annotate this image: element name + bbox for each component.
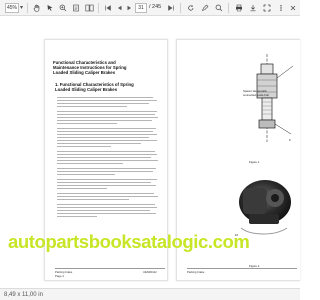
- pdf-viewer: 45% ▾ 31 / 245 Functional Characteristic…: [0, 0, 300, 300]
- watermark-text: autopartsbooksatalogic.com: [8, 231, 250, 252]
- download-icon[interactable]: [248, 3, 258, 13]
- toolbar: 45% ▾ 31 / 245: [0, 0, 300, 16]
- toolbar-divider: [180, 3, 181, 13]
- next-page-icon[interactable]: [124, 3, 134, 13]
- fullscreen-icon[interactable]: [262, 3, 272, 13]
- page-total: / 245: [149, 4, 162, 10]
- page-number-field[interactable]: 31: [135, 3, 147, 13]
- rotate-icon[interactable]: [186, 3, 196, 13]
- callout-number: 9: [289, 138, 291, 142]
- print-icon[interactable]: [234, 3, 244, 13]
- fit-page-icon[interactable]: [71, 3, 81, 13]
- annotate-icon[interactable]: [200, 3, 210, 13]
- page-title-line: Loaded Sliding Caliper Brakes: [53, 70, 116, 75]
- toolbar-divider: [228, 3, 229, 13]
- two-page-view-icon[interactable]: [84, 3, 94, 13]
- figure-1-label: Figure 1: [249, 160, 260, 164]
- page-size-readout: 8,49 x 11,00 in: [4, 292, 43, 298]
- hand-tool-icon[interactable]: [32, 3, 42, 13]
- document-viewport[interactable]: Functional Characteristics and Maintenan…: [0, 17, 300, 288]
- callout-label-line: connected guide bolt: [243, 93, 269, 97]
- toolbar-divider: [27, 3, 28, 13]
- last-page-icon[interactable]: [166, 3, 176, 13]
- select-tool-icon[interactable]: [45, 3, 55, 13]
- zoom-field[interactable]: 45%: [5, 3, 19, 13]
- section-heading-line: Loaded Sliding Caliper Brakes: [55, 87, 118, 92]
- footer-title: Parking brake: [187, 270, 205, 274]
- close-icon[interactable]: [288, 3, 298, 13]
- zoom-dropdown-icon[interactable]: ▾: [20, 4, 23, 11]
- footer-rule: [55, 268, 165, 269]
- footer-rule: [187, 268, 297, 269]
- zoom-in-icon[interactable]: [58, 3, 68, 13]
- footer-page-number: Page 4: [55, 274, 64, 278]
- more-options-icon[interactable]: [276, 3, 286, 13]
- search-icon[interactable]: [214, 3, 224, 13]
- figure-1-drawing: [256, 54, 294, 142]
- footer-doc-code: UEN00412: [143, 270, 157, 274]
- toolbar-divider: [98, 3, 99, 13]
- status-bar: 8,49 x 11,00 in: [0, 288, 300, 300]
- first-page-icon[interactable]: [103, 3, 113, 13]
